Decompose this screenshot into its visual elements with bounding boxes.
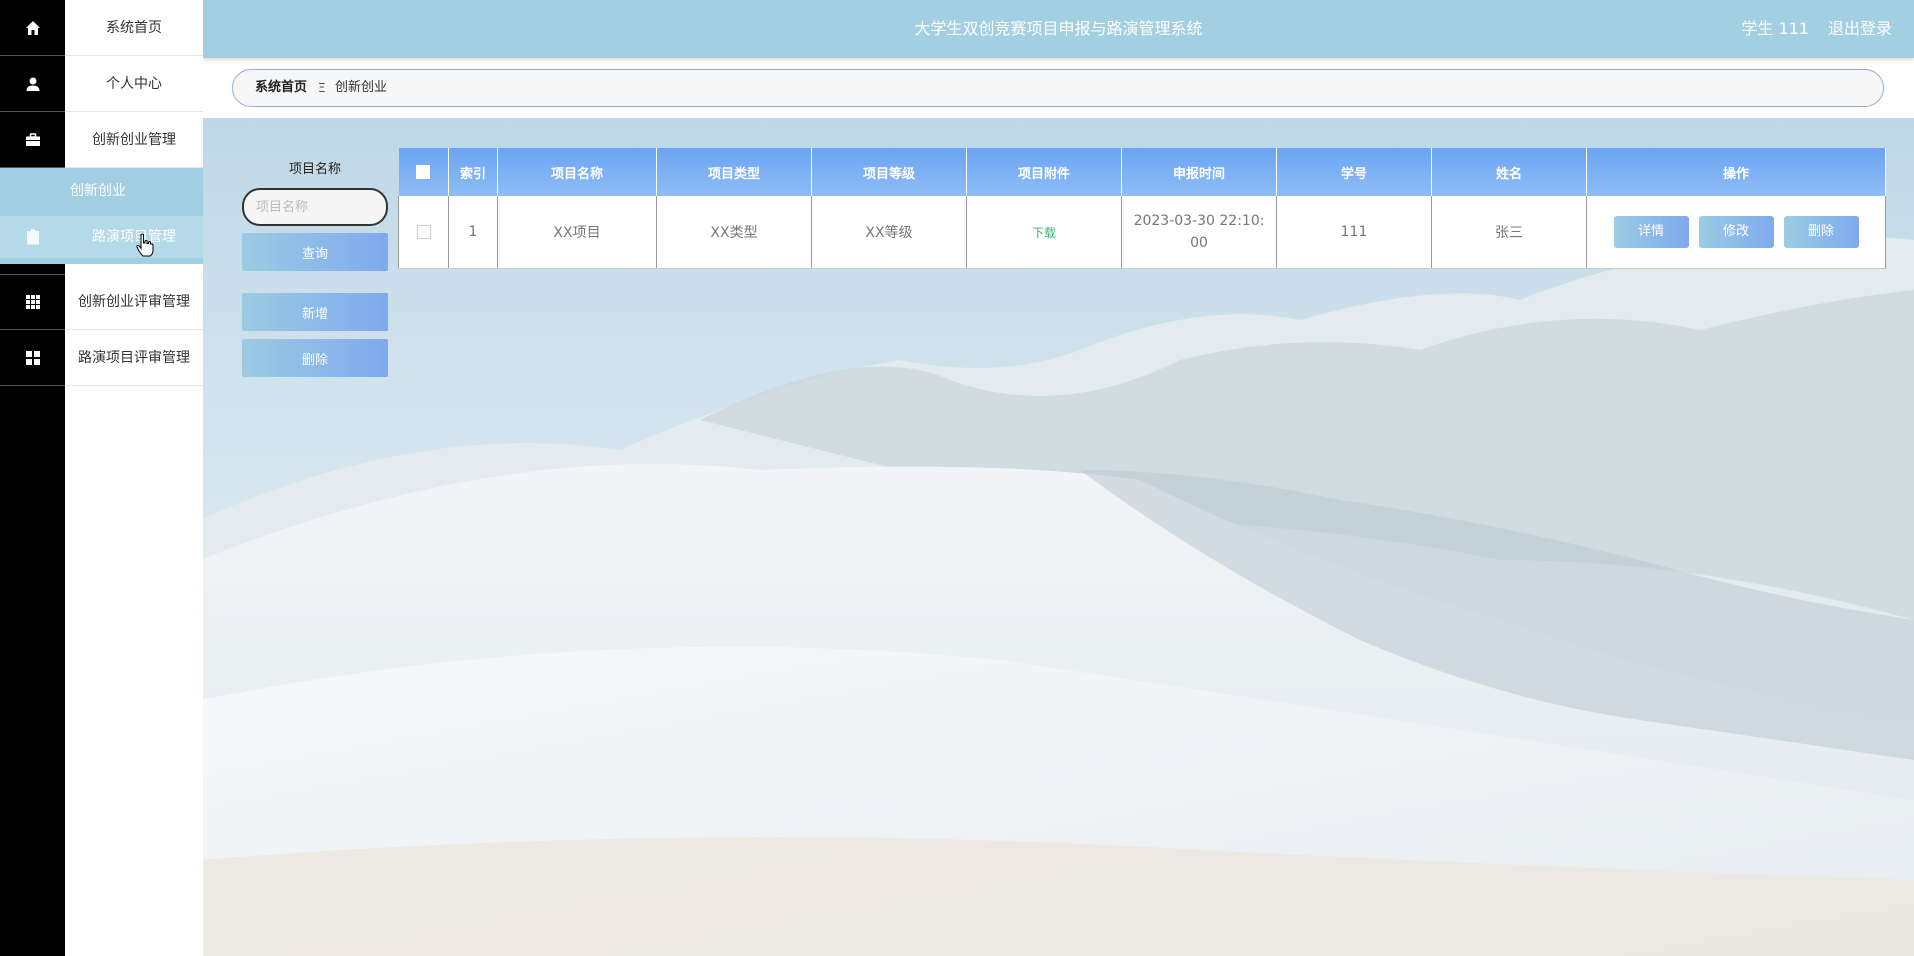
cell-submit-time: 2023-03-30 22:10:00 [1121, 196, 1277, 269]
submenu-item-label: 路演项目管理 [92, 229, 176, 245]
system-title: 大学生双创竞赛项目申报与路演管理系统 [914, 19, 1203, 38]
sidebar-submenu: 创新创业 路演项目管理 [0, 168, 203, 264]
home-icon [0, 0, 65, 56]
breadcrumb-home-link[interactable]: 系统首页 [255, 70, 307, 106]
cell-student-id: 111 [1276, 196, 1432, 269]
detail-button[interactable]: 详情 [1613, 216, 1689, 248]
submenu-item-innovation[interactable]: 创新创业 [0, 170, 203, 212]
column-header: 操作 [1586, 148, 1886, 196]
row-checkbox[interactable] [398, 196, 449, 269]
logout-button[interactable]: 退出登录 [1828, 0, 1892, 58]
column-header: 学号 [1276, 148, 1432, 196]
column-header: 索引 [448, 148, 498, 196]
column-header: 申报时间 [1121, 148, 1277, 196]
add-button[interactable]: 新增 [242, 293, 388, 331]
breadcrumb-current: 创新创业 [335, 80, 388, 95]
sidebar: 系统首页 个人中心 创新创业管理 创新创业 路演项目管理 创新创业评审管理 路演… [0, 0, 203, 956]
cell-attachment: 下载 [966, 196, 1122, 269]
project-table: 索引 项目名称 项目类型 项目等级 项目附件 申报时间 学号 姓名 操作 1 X… [398, 148, 1886, 269]
grid-icon [0, 274, 65, 330]
search-label: 项目名称 [288, 162, 341, 177]
column-header: 项目等级 [811, 148, 967, 196]
batch-delete-button[interactable]: 删除 [242, 339, 388, 377]
column-header: 姓名 [1431, 148, 1587, 196]
sidebar-item-label: 路演项目评审管理 [78, 350, 190, 366]
background-landscape [0, 0, 1914, 956]
top-header: 大学生双创竞赛项目申报与路演管理系统 学生 111 退出登录 [203, 0, 1914, 58]
column-header: 项目附件 [966, 148, 1122, 196]
mouse-cursor-icon [136, 233, 154, 257]
delete-button[interactable]: 删除 [1783, 216, 1859, 248]
download-link[interactable]: 下载 [1032, 226, 1056, 240]
dashboard-icon [0, 330, 65, 386]
sidebar-item-label: 创新创业管理 [92, 132, 176, 148]
sidebar-item-roadshow-review[interactable]: 路演项目评审管理 [0, 330, 203, 386]
cell-actions: 详情 修改 删除 [1586, 196, 1886, 269]
table-row: 1 XX项目 XX类型 XX等级 下载 2023-03-30 22:10:00 … [398, 196, 1886, 269]
query-button[interactable]: 查询 [242, 233, 388, 271]
cell-student-name: 张三 [1431, 196, 1587, 269]
current-user: 学生 111 [1741, 19, 1809, 38]
cell-index: 1 [448, 196, 498, 269]
app-root: 大学生双创竞赛项目申报与路演管理系统 学生 111 退出登录 系统首页 Ξ 创新… [0, 0, 1914, 956]
briefcase-icon [0, 112, 65, 168]
submit-time-text: 2023-03-30 22:10:00 [1133, 213, 1265, 251]
column-header: 项目名称 [497, 148, 657, 196]
breadcrumb-separator: Ξ [318, 81, 326, 95]
sidebar-item-label: 个人中心 [106, 76, 162, 92]
table-header-row: 索引 项目名称 项目类型 项目等级 项目附件 申报时间 学号 姓名 操作 [398, 148, 1886, 196]
select-all-checkbox[interactable] [398, 148, 449, 196]
sidebar-item-profile[interactable]: 个人中心 [0, 56, 203, 112]
search-input[interactable] [242, 188, 388, 226]
sidebar-item-innovation-review[interactable]: 创新创业评审管理 [0, 274, 203, 330]
sidebar-item-innovation-management[interactable]: 创新创业管理 [0, 112, 203, 168]
cell-project-name: XX项目 [497, 196, 657, 269]
cell-project-level: XX等级 [811, 196, 967, 269]
submenu-item-roadshow-management[interactable]: 路演项目管理 [0, 216, 203, 258]
cell-project-type: XX类型 [656, 196, 812, 269]
sidebar-item-label: 系统首页 [106, 20, 162, 36]
breadcrumb: 系统首页 Ξ 创新创业 [232, 69, 1884, 107]
clipboard-icon [0, 216, 65, 258]
user-icon [0, 56, 65, 112]
sidebar-item-home[interactable]: 系统首页 [0, 0, 203, 56]
sidebar-item-label: 创新创业评审管理 [78, 294, 190, 310]
column-header: 项目类型 [656, 148, 812, 196]
edit-button[interactable]: 修改 [1698, 216, 1774, 248]
